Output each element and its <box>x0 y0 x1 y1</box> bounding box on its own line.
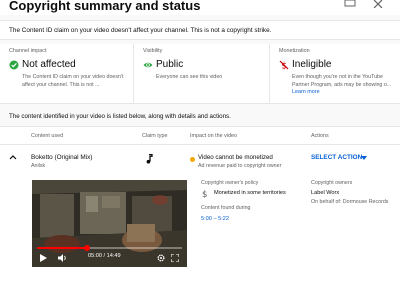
channel-impact-label: Channel impact <box>9 48 47 54</box>
owners-label: Copyright owners <box>311 180 353 186</box>
demonetized-icon: $ <box>279 60 289 70</box>
info-banner: The Content ID claim on your video doesn… <box>0 20 400 40</box>
impact-subtitle: Ad revenue paid to copyright owner <box>198 163 282 169</box>
video-time-display: 05:00 / 14:49 <box>88 253 121 259</box>
video-scrubber-handle[interactable] <box>84 245 91 251</box>
listed-intro-text: The content identified in your video is … <box>9 113 231 120</box>
volume-icon[interactable] <box>58 254 68 262</box>
warning-status-icon <box>190 157 195 162</box>
monetization-label: Monetization <box>279 48 310 54</box>
content-table: Content used Claim type Impact on the vi… <box>0 126 400 291</box>
video-progress-fill <box>37 247 88 249</box>
page-header: Copyright summary and status <box>0 0 400 15</box>
monetization-value: Ineligible <box>292 59 332 70</box>
caret-down-icon[interactable] <box>361 156 367 160</box>
header-impact: Impact on the video <box>190 133 238 139</box>
play-icon[interactable] <box>40 254 47 262</box>
page-title: Copyright summary and status <box>9 0 201 13</box>
channel-impact-card: Channel impact Not affected The Content … <box>0 44 134 104</box>
visibility-description: Everyone can see this video <box>156 74 223 80</box>
chevron-up-icon[interactable] <box>9 154 17 160</box>
video-player[interactable]: 05:00 / 14:49 <box>32 180 187 267</box>
feedback-icon[interactable] <box>344 0 356 8</box>
header-actions: Actions <box>311 133 329 139</box>
policy-value: Monetized in some territories <box>214 190 286 196</box>
fullscreen-icon[interactable] <box>171 254 179 262</box>
eye-icon <box>143 62 153 68</box>
header-content-used: Content used <box>31 133 64 139</box>
visibility-label: Visibility <box>143 48 163 54</box>
banner-text: The Content ID claim on your video doesn… <box>9 27 272 34</box>
policy-label: Copyright owner's policy <box>201 180 259 186</box>
svg-text:$: $ <box>202 190 207 198</box>
visibility-value: Public <box>156 59 184 70</box>
check-circle-icon <box>9 60 19 70</box>
select-action-button[interactable]: SELECT ACTION <box>311 154 362 161</box>
monetization-description: Even though you're not in the YouTube Pa… <box>292 74 392 88</box>
music-note-icon <box>146 154 153 164</box>
monetization-dollar-icon: $ <box>202 190 207 198</box>
close-icon[interactable] <box>372 0 384 8</box>
video-progress-bar[interactable] <box>37 245 182 251</box>
impact-title: Video cannot be monetized <box>198 154 273 161</box>
found-label: Content found during <box>201 205 251 211</box>
visibility-card: Visibility Public Everyone can see this … <box>134 44 270 104</box>
learn-more-link[interactable]: Learn more <box>292 89 320 95</box>
content-title: Boketto (Original Mix) <box>31 154 93 161</box>
monetization-card: Monetization $ Ineligible Even though yo… <box>270 44 400 104</box>
owner-behalf: On behalf of: Dormouse Records <box>311 199 389 205</box>
channel-impact-description: The Content ID claim on your video doesn… <box>22 74 124 88</box>
header-claim-type: Claim type <box>142 133 168 139</box>
summary-cards: Channel impact Not affected The Content … <box>0 44 400 104</box>
header-divider <box>0 144 400 145</box>
owner-name: Label Worx <box>311 190 340 196</box>
channel-impact-value: Not affected <box>22 59 76 70</box>
content-artist: Anilsk <box>31 163 46 169</box>
found-timestamp-link[interactable]: 5:00 – 5:22 <box>201 216 229 222</box>
settings-icon[interactable] <box>157 254 165 262</box>
